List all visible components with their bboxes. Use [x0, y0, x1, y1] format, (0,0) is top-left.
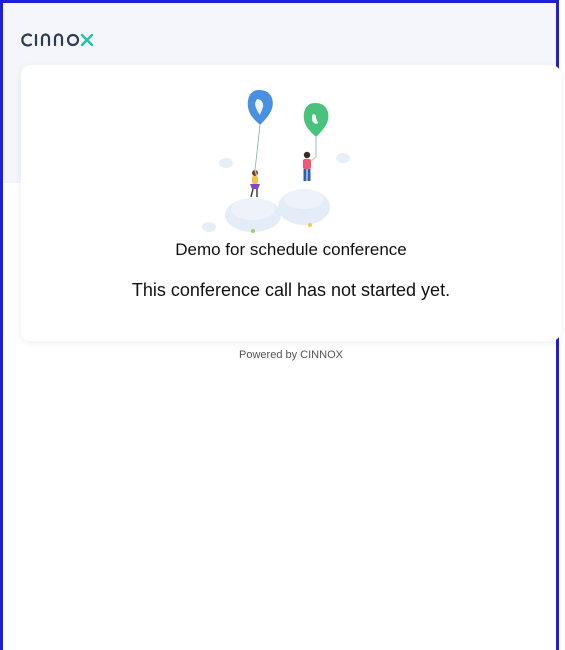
powered-by-footer: Powered by CINNOX — [239, 349, 343, 361]
balloon-people-illustration-icon — [191, 85, 391, 235]
page-frame: Demo for schedule conference This confer… — [0, 0, 561, 650]
conference-status-message: This conference call has not started yet… — [131, 280, 451, 300]
cinnox-logo-icon — [21, 33, 94, 47]
conference-card: Demo for schedule conference This confer… — [21, 65, 561, 341]
event-title: Demo for schedule conference — [175, 240, 407, 259]
cinnox-logo — [21, 29, 103, 49]
